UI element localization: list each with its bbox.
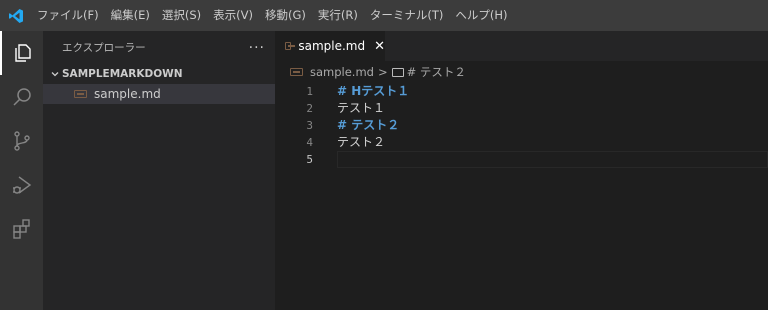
more-actions-button[interactable]: ··· (249, 40, 265, 56)
search-icon[interactable] (0, 75, 43, 119)
explorer-icon[interactable] (0, 31, 43, 75)
run-debug-icon[interactable] (0, 163, 43, 207)
folder-samplemarkdown[interactable]: SAMPLEMARKDOWN (43, 64, 275, 84)
breadcrumb-file[interactable]: sample.md (310, 65, 374, 79)
file-label: sample.md (94, 87, 161, 101)
editor-line-current: 5 (275, 151, 768, 168)
current-line-highlight (337, 151, 768, 168)
breadcrumb-symbol[interactable]: # テスト２ (407, 64, 466, 80)
menu-view[interactable]: 表示(V) (207, 0, 259, 31)
tab-label: sample.md (298, 39, 366, 53)
menu-help[interactable]: ヘルプ(H) (449, 0, 513, 31)
line-number: 2 (306, 102, 313, 115)
extensions-icon[interactable] (0, 207, 43, 251)
code-editor[interactable]: 1 # Hテスト１ 2 テスト１ 3 # テスト２ 4 テスト２ 5 (275, 83, 768, 310)
markdown-file-icon (74, 90, 87, 98)
line-text: テスト２ (337, 135, 386, 149)
explorer-header: エクスプローラー ··· (43, 31, 275, 64)
menu-run[interactable]: 実行(R) (312, 0, 364, 31)
menu-edit[interactable]: 編集(E) (105, 0, 156, 31)
activity-bar (0, 31, 43, 310)
breadcrumb: sample.md > # テスト２ (275, 61, 768, 83)
editor-line: 3 # テスト２ (275, 117, 768, 134)
symbol-string-icon (391, 67, 404, 77)
editor-line: 1 # Hテスト１ (275, 83, 768, 100)
editor-line: 2 テスト１ (275, 100, 768, 117)
folder-label: SAMPLEMARKDOWN (62, 68, 183, 80)
vscode-logo-icon (0, 0, 31, 31)
line-number: 5 (306, 153, 313, 166)
editor-tabs: sample.md ✕ (275, 31, 768, 61)
menu-go[interactable]: 移動(G) (259, 0, 312, 31)
menu-bar: ファイル(F) 編集(E) 選択(S) 表示(V) 移動(G) 実行(R) ター… (0, 0, 768, 31)
breadcrumb-separator: > (377, 65, 388, 79)
line-number: 1 (306, 85, 313, 98)
editor-line: 4 テスト２ (275, 134, 768, 151)
menu-selection[interactable]: 選択(S) (156, 0, 207, 31)
file-item-sample-md[interactable]: sample.md (43, 84, 275, 104)
menu-file[interactable]: ファイル(F) (31, 0, 105, 31)
source-control-icon[interactable] (0, 119, 43, 163)
explorer-title: エクスプローラー (62, 42, 146, 54)
line-text: # テスト２ (337, 118, 400, 132)
markdown-file-icon (285, 42, 296, 50)
line-number: 3 (306, 119, 313, 132)
line-text: # Hテスト１ (337, 84, 410, 98)
close-icon[interactable]: ✕ (374, 39, 385, 54)
explorer-sidebar: エクスプローラー ··· SAMPLEMARKDOWN sample.md (43, 31, 275, 310)
menu-terminal[interactable]: ターミナル(T) (364, 0, 450, 31)
chevron-down-icon (48, 69, 62, 79)
line-number: 4 (306, 136, 313, 149)
tab-sample-md[interactable]: sample.md ✕ (275, 31, 385, 61)
line-text: テスト１ (337, 101, 386, 115)
markdown-file-icon (290, 68, 303, 76)
